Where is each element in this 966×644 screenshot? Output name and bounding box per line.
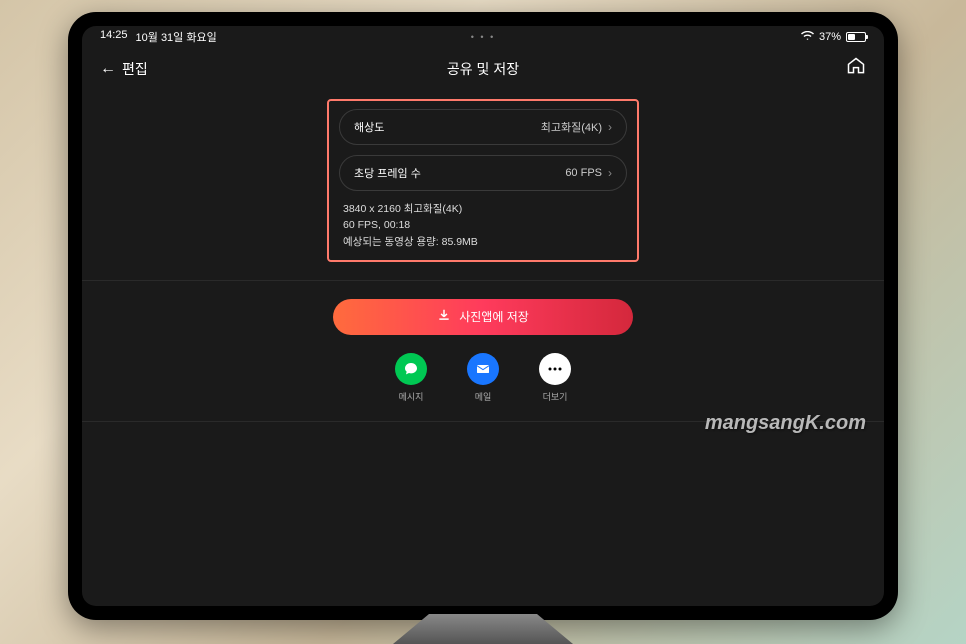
export-settings-highlight: 해상도 최고화질(4K) › 초당 프레임 수 60 FPS › 3840 x … <box>327 99 639 262</box>
status-dots: • • • <box>471 32 495 42</box>
watermark: mangsangK.com <box>705 412 866 435</box>
chevron-right-icon: › <box>608 166 612 180</box>
share-messages-button[interactable]: 메시지 <box>395 353 427 403</box>
save-to-photos-button[interactable]: 사진앱에 저장 <box>333 299 633 335</box>
status-time: 14:25 <box>100 29 128 45</box>
resolution-value: 최고화질(4K) <box>541 119 602 135</box>
back-label: 편집 <box>122 59 148 79</box>
info-fps-duration: 60 FPS, 00:18 <box>343 217 627 233</box>
arrow-left-icon: ← <box>100 60 116 78</box>
more-icon <box>539 353 571 385</box>
mail-label: 메일 <box>475 390 492 403</box>
status-right: 37% <box>801 31 866 44</box>
battery-icon <box>846 32 866 42</box>
page-title: 공유 및 저장 <box>447 59 519 79</box>
fps-row[interactable]: 초당 프레임 수 60 FPS › <box>339 155 627 191</box>
battery-pct: 37% <box>819 31 841 43</box>
content-area: 해상도 최고화질(4K) › 초당 프레임 수 60 FPS › 3840 x … <box>82 89 884 450</box>
resolution-row[interactable]: 해상도 최고화질(4K) › <box>339 109 627 145</box>
mail-icon <box>467 353 499 385</box>
home-button[interactable] <box>846 56 866 81</box>
more-label: 더보기 <box>543 390 568 403</box>
wifi-icon <box>801 31 814 44</box>
nav-bar: ← 편집 공유 및 저장 <box>82 48 884 89</box>
status-date: 10월 31일 화요일 <box>136 29 217 45</box>
share-mail-button[interactable]: 메일 <box>467 353 499 403</box>
chevron-right-icon: › <box>608 120 612 134</box>
back-button[interactable]: ← 편집 <box>100 59 148 79</box>
status-bar: 14:25 10월 31일 화요일 • • • 37% <box>82 26 884 48</box>
download-icon <box>437 308 451 325</box>
share-more-button[interactable]: 더보기 <box>539 353 571 403</box>
tablet-frame: 14:25 10월 31일 화요일 • • • 37% ← 편집 공유 및 저장 <box>68 12 898 620</box>
save-button-label: 사진앱에 저장 <box>459 308 529 325</box>
share-row: 메시지 메일 더보기 <box>82 353 884 403</box>
fps-value-wrap: 60 FPS › <box>565 166 612 180</box>
info-filesize: 예상되는 동영상 용량: 85.9MB <box>343 234 627 250</box>
resolution-label: 해상도 <box>354 119 384 135</box>
info-resolution: 3840 x 2160 최고화질(4K) <box>343 201 627 217</box>
messages-icon <box>395 353 427 385</box>
fps-value: 60 FPS <box>565 167 602 179</box>
status-left: 14:25 10월 31일 화요일 <box>100 29 217 45</box>
resolution-value-wrap: 최고화질(4K) › <box>541 119 612 135</box>
screen: 14:25 10월 31일 화요일 • • • 37% ← 편집 공유 및 저장 <box>82 26 884 606</box>
fps-label: 초당 프레임 수 <box>354 165 421 181</box>
messages-label: 메시지 <box>399 390 424 403</box>
divider <box>82 280 884 281</box>
export-info: 3840 x 2160 최고화질(4K) 60 FPS, 00:18 예상되는 … <box>339 201 627 250</box>
